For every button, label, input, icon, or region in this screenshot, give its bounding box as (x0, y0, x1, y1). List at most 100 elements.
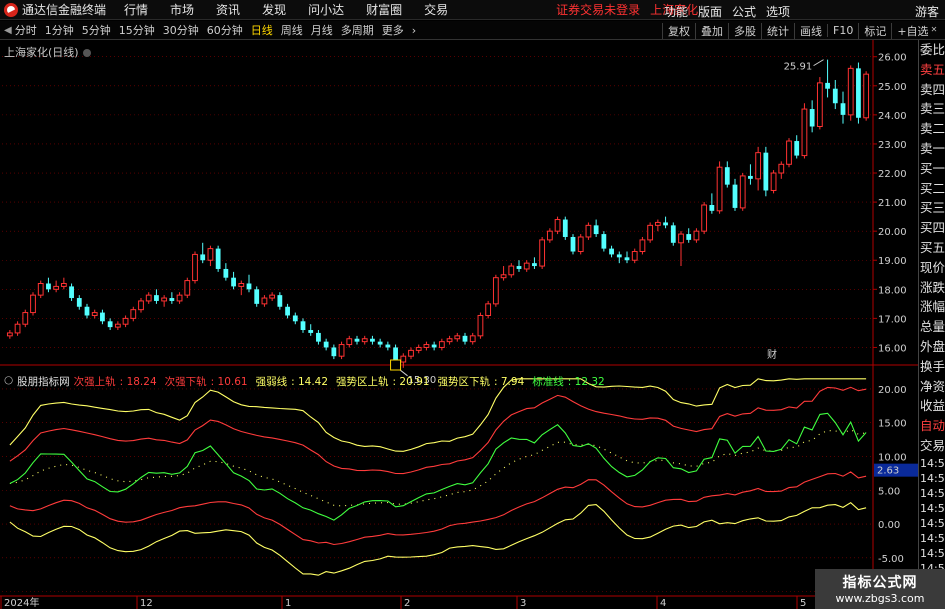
rp-price[interactable]: 现价 (919, 258, 945, 278)
rp-auto[interactable]: 自动 (919, 416, 945, 436)
tool-statistics[interactable]: 统计 (761, 22, 794, 39)
candle (269, 292, 276, 301)
rp-ask5[interactable]: 卖五 (919, 60, 945, 80)
candle (184, 277, 191, 299)
panel-close-icon[interactable]: ✕ (924, 25, 944, 39)
menu-functions[interactable]: 功能 (664, 3, 688, 20)
candle (254, 286, 260, 307)
period-1min[interactable]: 1分钟 (45, 22, 74, 38)
menu-options[interactable]: 选项 (766, 3, 790, 20)
rp-bid2[interactable]: 买二 (919, 179, 945, 199)
menu-news[interactable]: 资讯 (216, 1, 240, 18)
candle-body (176, 294, 183, 302)
period-daily[interactable]: 日线 (251, 22, 273, 38)
rp-bid5[interactable]: 买五 (919, 238, 945, 258)
menu-market[interactable]: 市场 (170, 1, 194, 18)
time-label: 12 (140, 598, 153, 609)
current-value-label: 2.63 (877, 466, 899, 477)
candle-body (601, 234, 607, 249)
indicator-name[interactable]: 股朋指标网 (17, 374, 70, 389)
candle-body (809, 109, 815, 127)
rp-trade[interactable]: 交易 (919, 436, 945, 456)
rp-bid4[interactable]: 买四 (919, 218, 945, 238)
collapse-left-icon[interactable]: ◀ (4, 25, 12, 36)
rp-commission-ratio[interactable]: 委比 (919, 40, 945, 60)
period-intraday[interactable]: 分时 (15, 22, 37, 38)
tool-overlay[interactable]: 叠加 (695, 22, 728, 39)
candle-body (639, 239, 646, 253)
period-60min[interactable]: 60分钟 (207, 22, 243, 38)
candle (469, 332, 476, 345)
period-more[interactable]: 更多 (382, 22, 404, 38)
menu-discover[interactable]: 发现 (262, 1, 286, 18)
trade-login-alert[interactable]: 证券交易未登录 (556, 1, 640, 18)
rp-earnings[interactable]: 收益 (919, 396, 945, 416)
rp-net-assets[interactable]: 净资 (919, 377, 945, 397)
period-monthly[interactable]: 月线 (311, 22, 333, 38)
indicator-toggle-icon[interactable]: ○ (4, 374, 13, 389)
menu-wealth-circle[interactable]: 财富圈 (366, 1, 402, 18)
period-multi[interactable]: 多周期 (341, 22, 374, 38)
menu-formula[interactable]: 公式 (732, 3, 756, 20)
candle (532, 257, 537, 269)
settings-dot-icon[interactable] (82, 49, 91, 57)
candle (500, 266, 507, 281)
candle (454, 332, 461, 342)
rp-bid3[interactable]: 买三 (919, 198, 945, 218)
candle-body (408, 349, 414, 357)
rp-outer-volume[interactable]: 外盘 (919, 337, 945, 357)
rp-ask1[interactable]: 卖一 (919, 139, 945, 159)
candle (30, 292, 36, 316)
candle (508, 263, 515, 278)
tool-multi-stock[interactable]: 多股 (728, 22, 761, 39)
menu-trade[interactable]: 交易 (424, 1, 448, 18)
candle-body (145, 294, 152, 302)
candle (770, 170, 777, 194)
candle-body (856, 68, 861, 118)
period-5min[interactable]: 5分钟 (82, 22, 111, 38)
price-label: 24.00 (878, 111, 907, 122)
price-label: 26.00 (878, 53, 907, 64)
kline-chart[interactable]: 26.0025.0024.0023.0022.0021.0020.0019.00… (0, 40, 918, 609)
rp-change[interactable]: 涨跌 (919, 278, 945, 298)
tool-mark[interactable]: 标记 (858, 22, 891, 39)
candle (76, 295, 82, 310)
menu-layout[interactable]: 版面 (698, 3, 722, 20)
period-30min[interactable]: 30分钟 (163, 22, 199, 38)
tool-f10[interactable]: F10 (827, 24, 858, 37)
rp-ask3[interactable]: 卖三 (919, 99, 945, 119)
price-label: 25.00 (878, 82, 907, 93)
candle (114, 321, 121, 331)
candle (654, 219, 661, 232)
finance-mark: 财 (767, 348, 777, 361)
rp-ask4[interactable]: 卖四 (919, 80, 945, 100)
more-chevron-icon[interactable]: › (412, 24, 416, 37)
candle (346, 335, 353, 348)
rp-volume[interactable]: 总量 (919, 317, 945, 337)
candle-body (231, 277, 236, 287)
tool-adjust[interactable]: 复权 (662, 22, 695, 39)
rp-bid1[interactable]: 买一 (919, 159, 945, 179)
candle-body (477, 314, 484, 337)
candle (37, 280, 44, 299)
rp-change-pct[interactable]: 涨幅 (919, 297, 945, 317)
candle (701, 202, 708, 235)
rp-ask2[interactable]: 卖二 (919, 119, 945, 139)
candle-body (415, 346, 422, 351)
candle-body (485, 303, 492, 316)
candle-body (46, 283, 51, 290)
tick-time: 14:56 (920, 486, 945, 500)
candle-body (246, 283, 252, 290)
period-weekly[interactable]: 周线 (281, 22, 303, 38)
menu-market-quotes[interactable]: 行情 (124, 1, 148, 18)
guest-user[interactable]: 游客 (915, 3, 939, 20)
legend-standard-line: 标准线: 12.32 (532, 376, 605, 388)
rp-turnover[interactable]: 换手 (919, 357, 945, 377)
tool-drawing[interactable]: 画线 (794, 22, 827, 39)
candle (238, 280, 245, 296)
menu-ask[interactable]: 问小达 (308, 1, 344, 18)
candle (400, 353, 407, 368)
legend-sub-strong-lower: 次强下轨: 10.61 (164, 376, 248, 388)
period-15min[interactable]: 15分钟 (119, 22, 155, 38)
candle-body (663, 222, 668, 226)
